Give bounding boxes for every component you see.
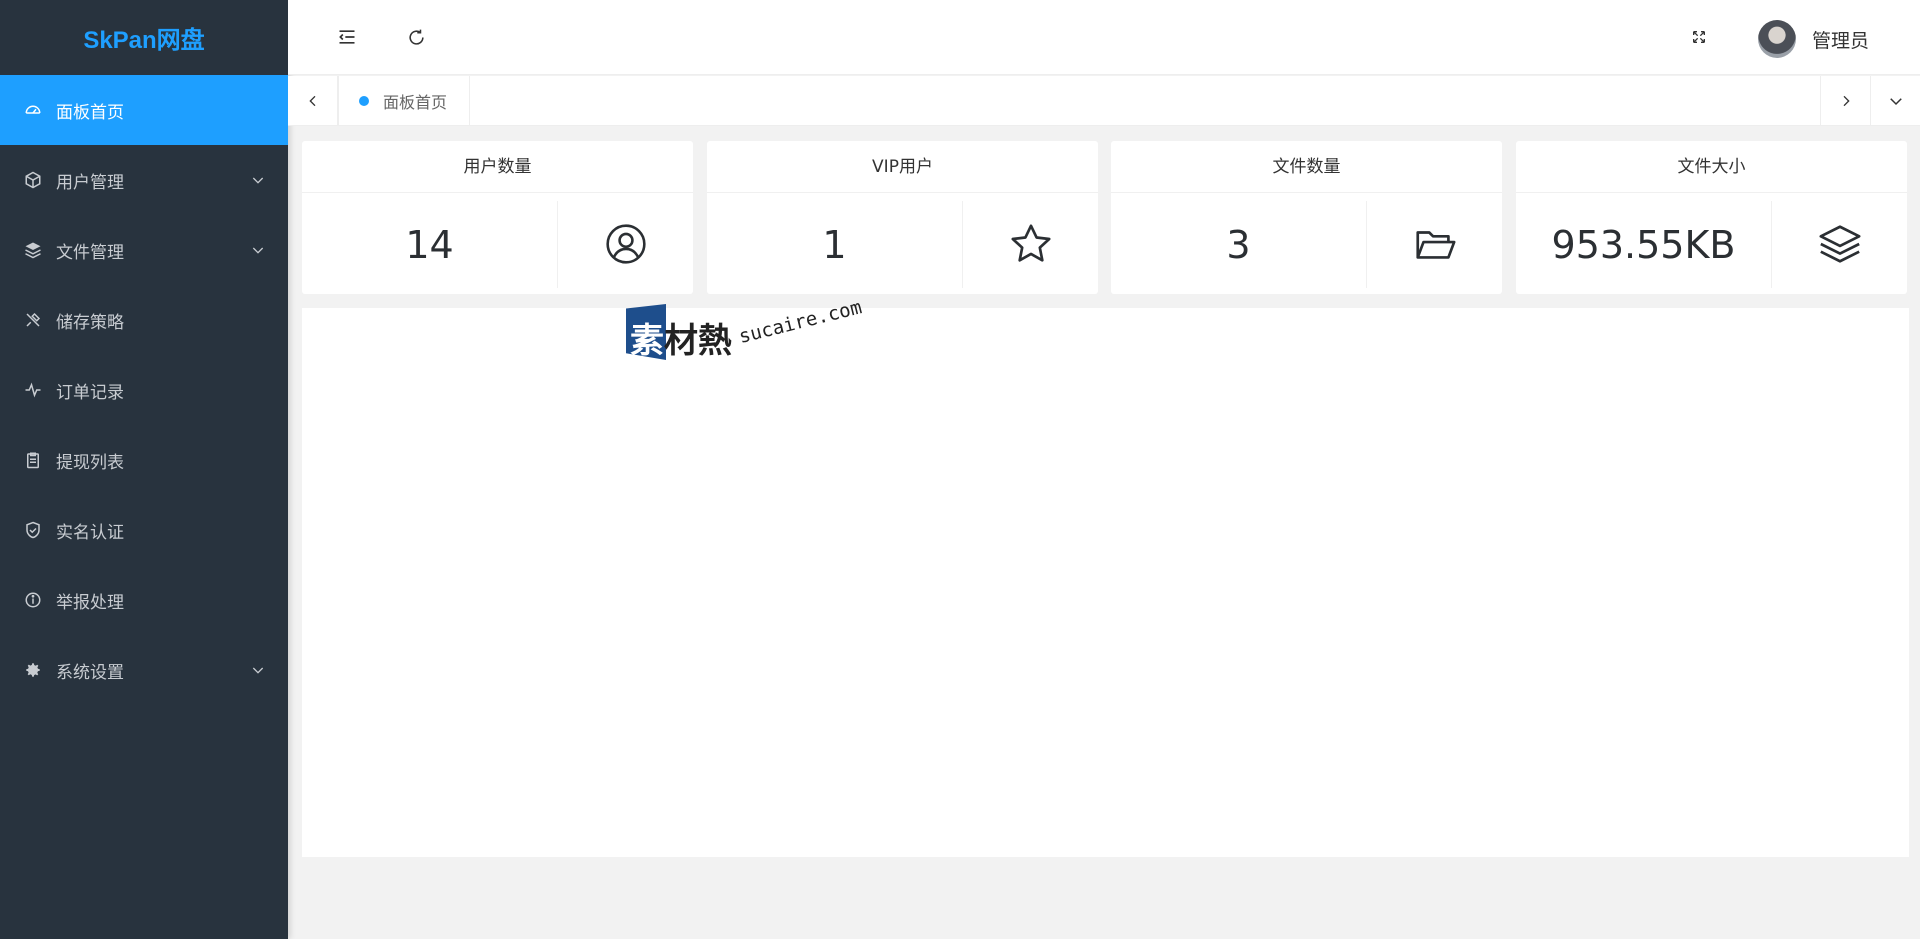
folder-open-icon: [1367, 193, 1502, 294]
layers-icon: [24, 241, 42, 259]
tab-dashboard[interactable]: 面板首页: [338, 76, 470, 126]
sidebar-item-label: 文件管理: [56, 242, 124, 263]
sidebar-toggle-button[interactable]: [332, 22, 362, 52]
sidebar: SkPan网盘 面板首页 用户管理 文件管理 储存策略 订单记录 提现列表 实名…: [0, 0, 288, 939]
sidebar-item-files[interactable]: 文件管理: [0, 215, 288, 285]
card-title: 文件数量: [1111, 141, 1502, 193]
sidebar-item-label: 系统设置: [56, 662, 124, 683]
watermark: 素材熱 sucaire.com: [626, 296, 886, 364]
sidebar-item-label: 举报处理: [56, 592, 124, 613]
menu-fold-icon: [339, 30, 355, 44]
fullscreen-button[interactable]: [1684, 22, 1714, 52]
cube-icon: [24, 171, 42, 189]
tools-icon: [24, 311, 42, 329]
user-name[interactable]: 管理员: [1812, 26, 1869, 53]
stat-card-vip: VIP用户 1: [707, 141, 1098, 294]
fullscreen-icon: [1693, 31, 1705, 43]
user-circle-icon: [558, 193, 693, 294]
avatar[interactable]: [1758, 20, 1796, 58]
watermark-url: sucaire.com: [736, 296, 865, 348]
layers-icon: [1772, 193, 1907, 294]
sidebar-item-settings[interactable]: 系统设置: [0, 635, 288, 705]
gear-icon: [24, 661, 42, 679]
sidebar-item-verification[interactable]: 实名认证: [0, 495, 288, 565]
sidebar-item-dashboard[interactable]: 面板首页: [0, 75, 288, 145]
card-title: 用户数量: [302, 141, 693, 193]
chevron-down-icon: [250, 172, 266, 188]
stat-card-users: 用户数量 14: [302, 141, 693, 294]
card-title: VIP用户: [707, 141, 1098, 193]
watermark-chinese: 素材熱: [630, 321, 732, 361]
shield-check-icon: [24, 521, 42, 539]
dashboard-icon: [24, 101, 42, 119]
tabs-bar: 面板首页: [288, 76, 1920, 126]
card-value: 1: [707, 201, 963, 288]
refresh-icon: [408, 29, 424, 45]
tabs-dropdown-button[interactable]: [1870, 76, 1920, 126]
stat-card-size: 文件大小 953.55KB: [1516, 141, 1907, 294]
sidebar-item-users[interactable]: 用户管理: [0, 145, 288, 215]
sidebar-item-label: 用户管理: [56, 172, 124, 193]
card-value: 14: [302, 201, 558, 288]
chevron-down-icon: [1889, 98, 1902, 106]
main-content-panel: [302, 308, 1909, 857]
star-icon: [963, 193, 1098, 294]
chevron-left-icon: [308, 95, 315, 107]
sidebar-item-reports[interactable]: 举报处理: [0, 565, 288, 635]
tabs-scroll-right-button[interactable]: [1820, 76, 1870, 126]
active-tab-dot: [359, 96, 369, 106]
sidebar-item-label: 订单记录: [56, 382, 124, 403]
app-logo[interactable]: SkPan网盘: [0, 0, 288, 75]
sidebar-item-withdrawals[interactable]: 提现列表: [0, 425, 288, 495]
chevron-down-icon: [250, 662, 266, 678]
chevron-right-icon: [1843, 95, 1850, 107]
stat-card-files: 文件数量 3: [1111, 141, 1502, 294]
sidebar-item-label: 面板首页: [56, 102, 124, 123]
sidebar-item-orders[interactable]: 订单记录: [0, 355, 288, 425]
tabs-scroll-left-button[interactable]: [288, 76, 338, 126]
card-title: 文件大小: [1516, 141, 1907, 193]
pulse-icon: [24, 381, 42, 399]
card-value: 953.55KB: [1516, 201, 1772, 288]
clipboard-icon: [24, 451, 42, 469]
card-value: 3: [1111, 201, 1367, 288]
sidebar-item-label: 实名认证: [56, 522, 124, 543]
chevron-down-icon: [250, 242, 266, 258]
refresh-button[interactable]: [401, 22, 431, 52]
top-header: 管理员: [288, 0, 1920, 75]
sidebar-item-storage-policy[interactable]: 储存策略: [0, 285, 288, 355]
sidebar-item-label: 储存策略: [56, 312, 124, 333]
tab-label: 面板首页: [383, 93, 448, 112]
info-icon: [24, 591, 42, 609]
sidebar-item-label: 提现列表: [56, 452, 124, 473]
